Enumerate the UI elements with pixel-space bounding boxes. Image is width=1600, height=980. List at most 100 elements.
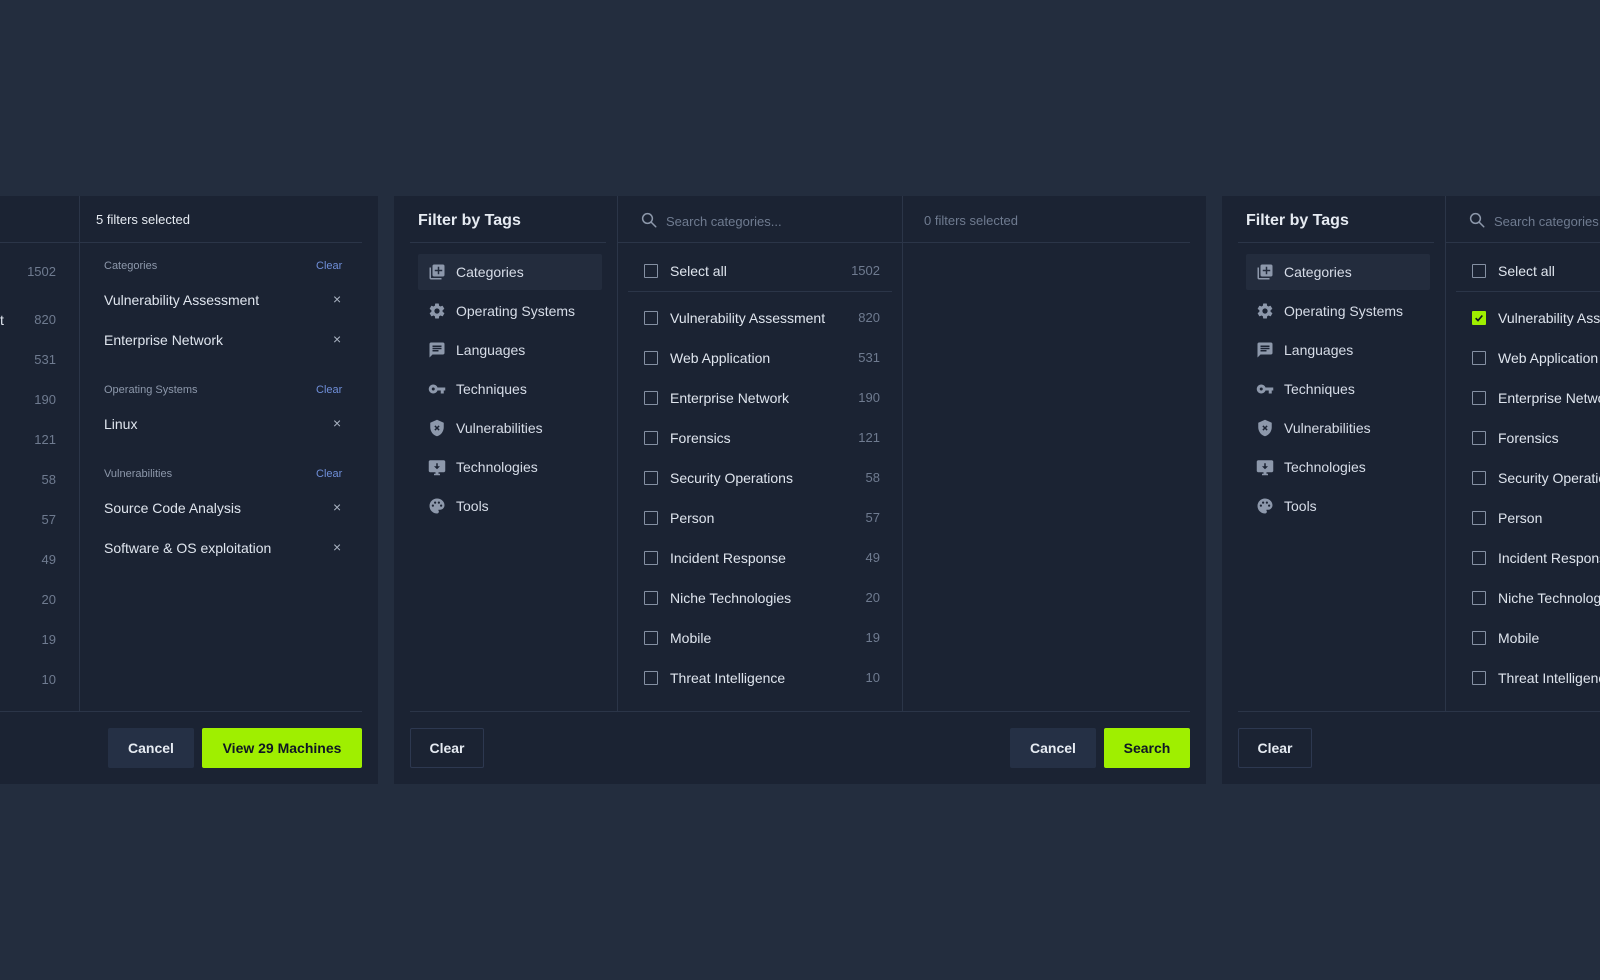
option-label: Incident Response: [1498, 550, 1600, 566]
nav-item-categories[interactable]: Categories: [1246, 254, 1430, 290]
checkbox[interactable]: [1472, 471, 1486, 485]
option-count: 1502: [851, 263, 880, 278]
option-row[interactable]: Incident Response: [1472, 546, 1600, 570]
nav-item-label: Categories: [1284, 264, 1352, 280]
checkbox[interactable]: [1472, 511, 1486, 525]
option-row[interactable]: Web Application: [644, 346, 770, 370]
checkbox-checked[interactable]: [1472, 311, 1486, 325]
checkbox[interactable]: [644, 511, 658, 525]
checkbox[interactable]: [644, 391, 658, 405]
option-row[interactable]: Security Operations: [644, 466, 793, 490]
option-row[interactable]: Web Application: [1472, 346, 1598, 370]
option-count: 49: [41, 552, 56, 567]
section-label-categories: Categories: [104, 260, 158, 272]
clear-vulnerabilities-link[interactable]: Clear: [316, 468, 342, 480]
checkbox[interactable]: [644, 551, 658, 565]
remove-filter-icon[interactable]: ×: [333, 415, 341, 431]
nav-item-categories[interactable]: Categories: [418, 254, 602, 290]
nav-item-vulnerabilities[interactable]: Vulnerabilities: [1246, 410, 1430, 446]
checkbox[interactable]: [1472, 351, 1486, 365]
clear-categories-link[interactable]: Clear: [316, 260, 342, 272]
checkbox[interactable]: [1472, 671, 1486, 685]
option-row[interactable]: Mobile: [644, 626, 711, 650]
option-count: 531: [34, 352, 56, 367]
nav-item-tools[interactable]: Tools: [1246, 488, 1430, 524]
search-icon: [641, 212, 657, 228]
nav-item-languages[interactable]: Languages: [1246, 332, 1430, 368]
option-row[interactable]: Person: [644, 506, 714, 530]
nav-item-operating-systems[interactable]: Operating Systems: [1246, 293, 1430, 329]
nav-item-techniques[interactable]: Techniques: [1246, 371, 1430, 407]
palette-icon: [1257, 498, 1273, 514]
cancel-button[interactable]: Cancel: [108, 728, 194, 768]
option-row[interactable]: Incident Response: [644, 546, 786, 570]
header-divider: [0, 242, 79, 243]
option-row[interactable]: Forensics: [1472, 426, 1559, 450]
nav-item-technologies[interactable]: Technologies: [418, 449, 602, 485]
checkbox[interactable]: [644, 311, 658, 325]
checkbox[interactable]: [1472, 264, 1486, 278]
option-row[interactable]: Niche Technologies: [1472, 586, 1600, 610]
chat-icon: [1257, 342, 1273, 358]
option-row[interactable]: Niche Technologies: [644, 586, 791, 610]
option-count: 58: [41, 472, 56, 487]
option-row[interactable]: Enterprise Network: [1472, 386, 1600, 410]
header-divider: [1446, 242, 1600, 243]
select-all-checkbox[interactable]: Select all: [644, 259, 727, 283]
checkbox[interactable]: [644, 471, 658, 485]
checkbox[interactable]: [644, 431, 658, 445]
checkbox[interactable]: [644, 264, 658, 278]
nav-item-techniques[interactable]: Techniques: [418, 371, 602, 407]
checkbox[interactable]: [644, 591, 658, 605]
nav-item-label: Operating Systems: [456, 303, 576, 319]
option-row[interactable]: Vulnerability Assessment: [1472, 306, 1600, 330]
remove-filter-icon[interactable]: ×: [333, 331, 341, 347]
checkbox[interactable]: [1472, 431, 1486, 445]
checkbox[interactable]: [644, 351, 658, 365]
option-row[interactable]: Person: [1472, 506, 1542, 530]
search-categories-input[interactable]: [1494, 212, 1600, 230]
shield-icon: [430, 419, 444, 437]
option-row[interactable]: Threat Intelligence: [1472, 666, 1600, 690]
search-categories-input[interactable]: [666, 212, 886, 230]
checkbox[interactable]: [1472, 391, 1486, 405]
nav-item-vulnerabilities[interactable]: Vulnerabilities: [418, 410, 602, 446]
column-divider: [902, 196, 903, 711]
option-row[interactable]: Threat Intelligence: [644, 666, 785, 690]
clear-operating-systems-link[interactable]: Clear: [316, 384, 342, 396]
option-count: 190: [34, 392, 56, 407]
nav-item-operating-systems[interactable]: Operating Systems: [418, 293, 602, 329]
option-row[interactable]: Enterprise Network: [644, 386, 789, 410]
option-row[interactable]: Forensics: [644, 426, 731, 450]
option-count: 121: [34, 432, 56, 447]
filters-selected-header: 5 filters selected: [96, 212, 190, 227]
checkbox[interactable]: [644, 631, 658, 645]
checkbox[interactable]: [644, 671, 658, 685]
nav-item-label: Tools: [456, 498, 489, 514]
view-machines-button[interactable]: View 29 Machines: [202, 728, 362, 768]
column-divider: [617, 196, 618, 711]
clear-button[interactable]: Clear: [1238, 728, 1312, 768]
checkbox[interactable]: [1472, 631, 1486, 645]
checkbox[interactable]: [1472, 591, 1486, 605]
search-button[interactable]: Search: [1104, 728, 1190, 768]
clear-button[interactable]: Clear: [410, 728, 484, 768]
checkbox[interactable]: [1472, 551, 1486, 565]
option-label: Mobile: [670, 630, 712, 646]
option-label: Incident Response: [670, 550, 786, 566]
nav-item-label: Operating Systems: [1284, 303, 1404, 319]
remove-filter-icon[interactable]: ×: [333, 499, 341, 515]
nav-item-languages[interactable]: Languages: [418, 332, 602, 368]
selected-filter-chip: Source Code Analysis: [104, 500, 241, 516]
checkmark-icon: [1475, 314, 1483, 322]
cancel-button[interactable]: Cancel: [1010, 728, 1096, 768]
option-row[interactable]: Mobile: [1472, 626, 1539, 650]
remove-filter-icon[interactable]: ×: [333, 539, 341, 555]
nav-item-tools[interactable]: Tools: [418, 488, 602, 524]
select-all-checkbox[interactable]: Select all: [1472, 259, 1555, 283]
option-row[interactable]: Security Operations: [1472, 466, 1600, 490]
remove-filter-icon[interactable]: ×: [333, 291, 341, 307]
filters-selected-header: 0 filters selected: [924, 213, 1018, 228]
panel-footer: Clear: [1238, 711, 1600, 784]
nav-item-technologies[interactable]: Technologies: [1246, 449, 1430, 485]
